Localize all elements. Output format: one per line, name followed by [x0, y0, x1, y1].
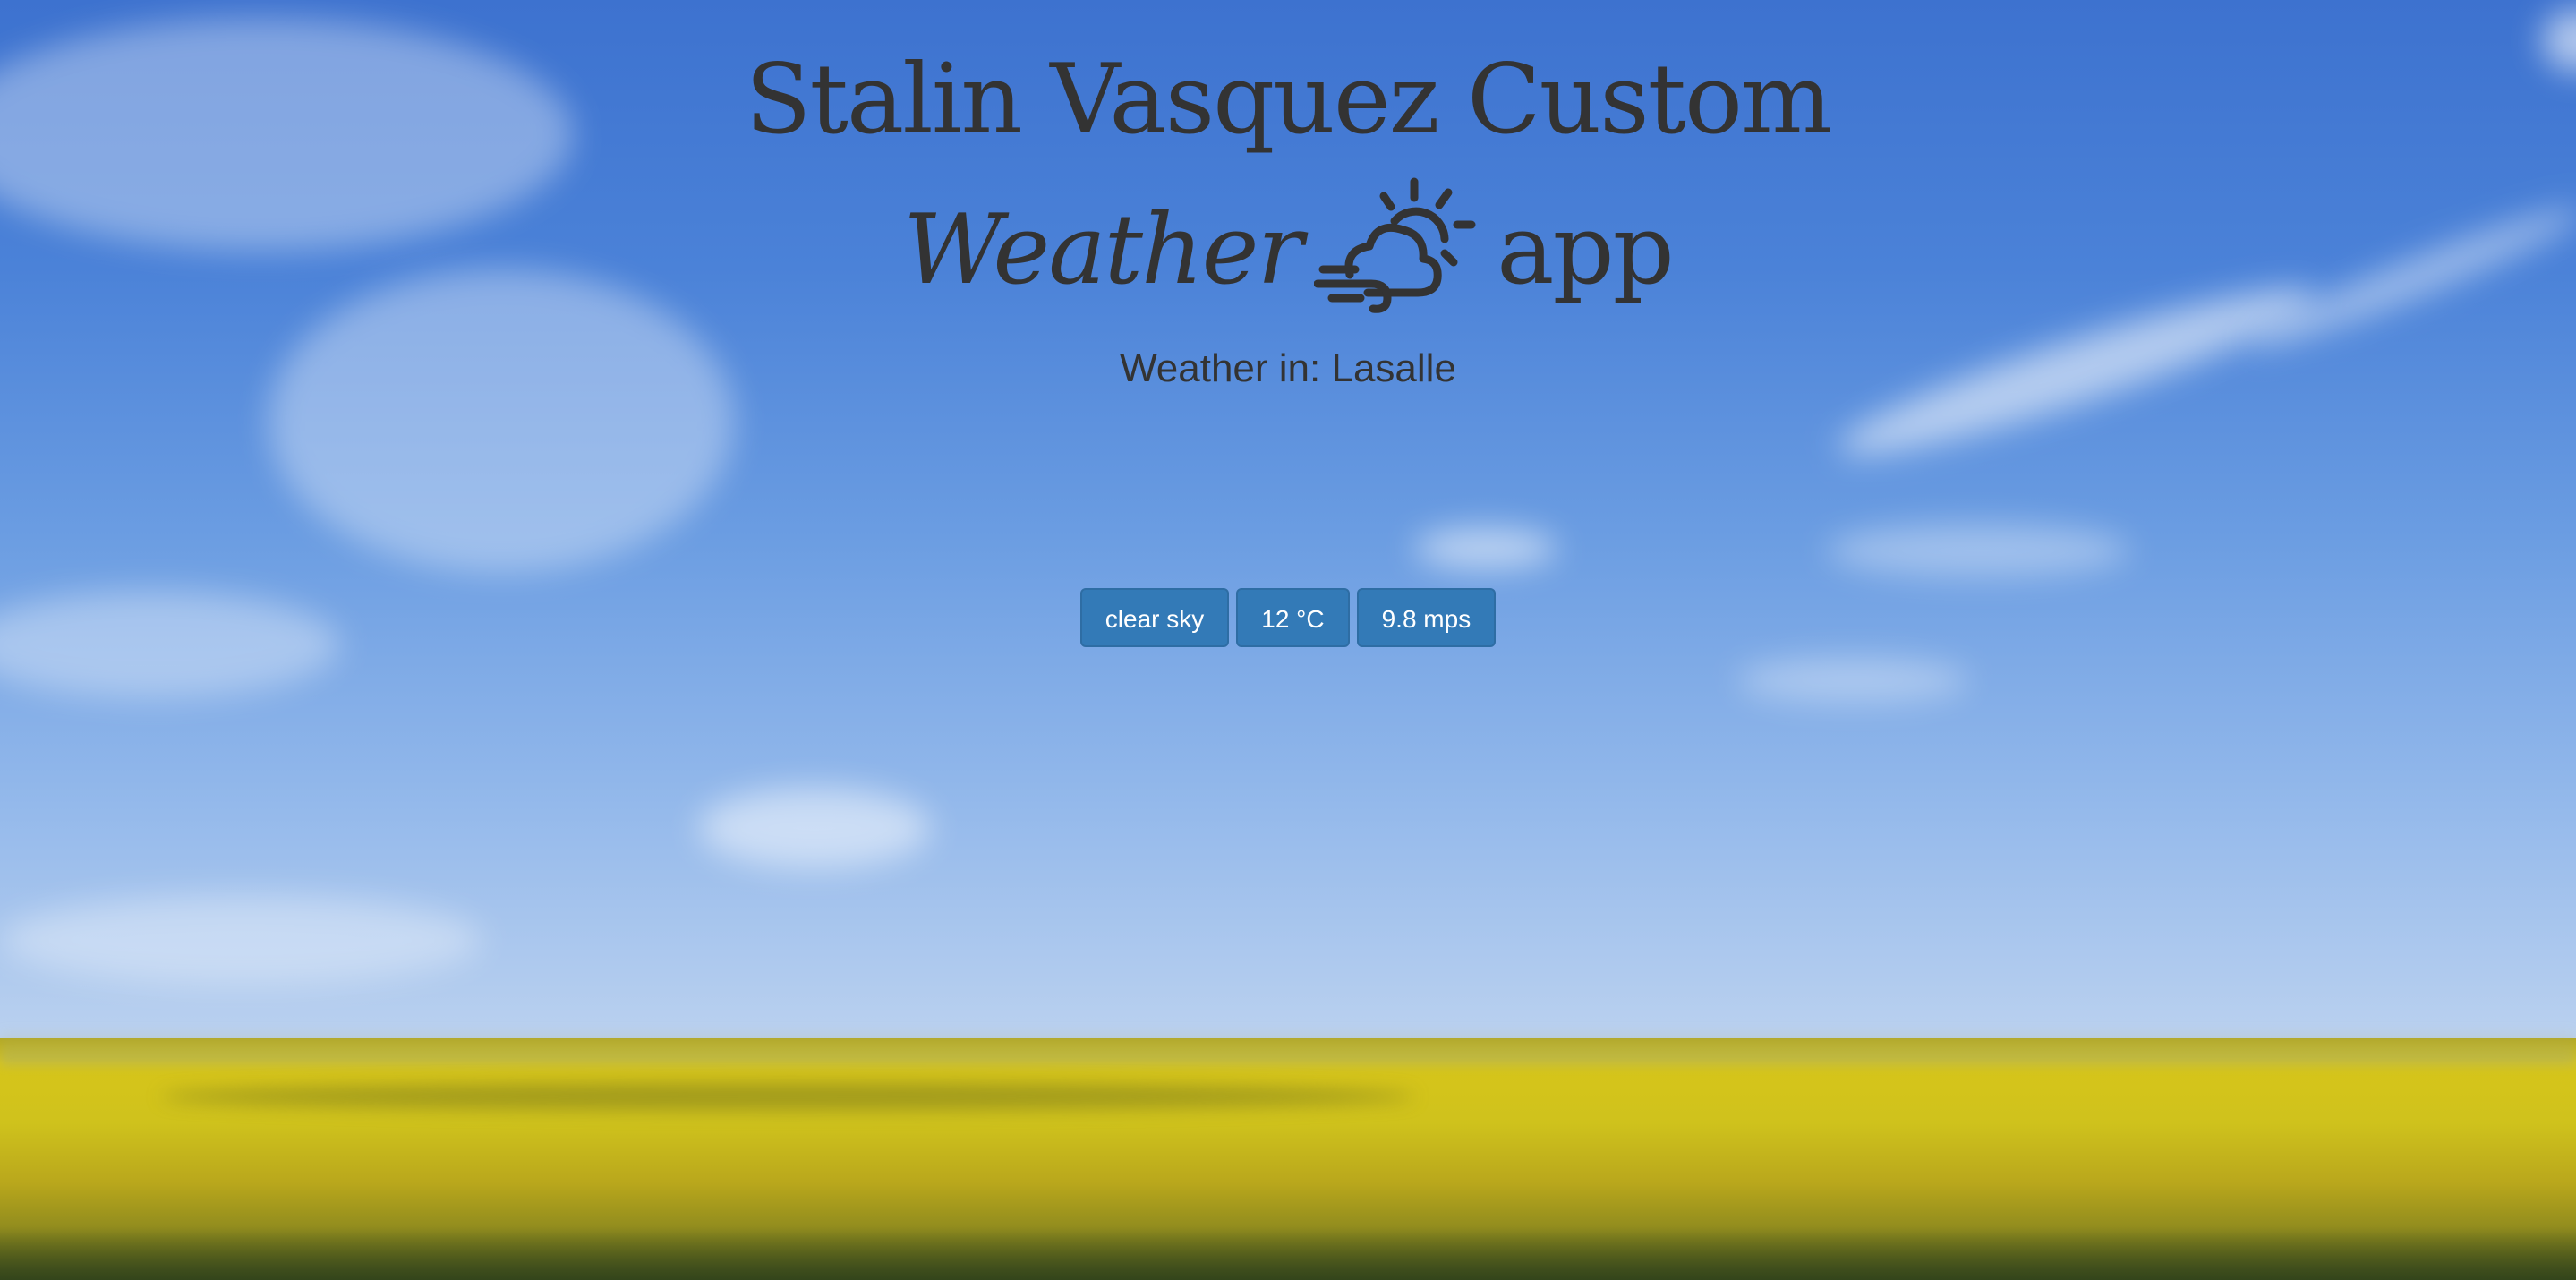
page-title-line-2: Weather app [0, 177, 2576, 318]
sun-behind-cloud-wind-icon [1313, 175, 1484, 318]
temperature-badge[interactable]: 12 °C [1236, 588, 1350, 647]
page-title: Stalin Vasquez Custom [745, 44, 1833, 156]
sky [0, 0, 2576, 1074]
wind-speed-badge[interactable]: 9.8 mps [1356, 588, 1497, 647]
conditions-badges: clear sky 12 °C 9.8 mps [0, 588, 2576, 647]
description-badge[interactable]: clear sky [1079, 588, 1230, 647]
title-app-word: app [1497, 194, 1675, 306]
location-label: Weather in: Lasalle [1120, 346, 1456, 390]
title-weather-word: Weather [903, 194, 1303, 306]
sunflower-field [0, 1038, 2576, 1280]
